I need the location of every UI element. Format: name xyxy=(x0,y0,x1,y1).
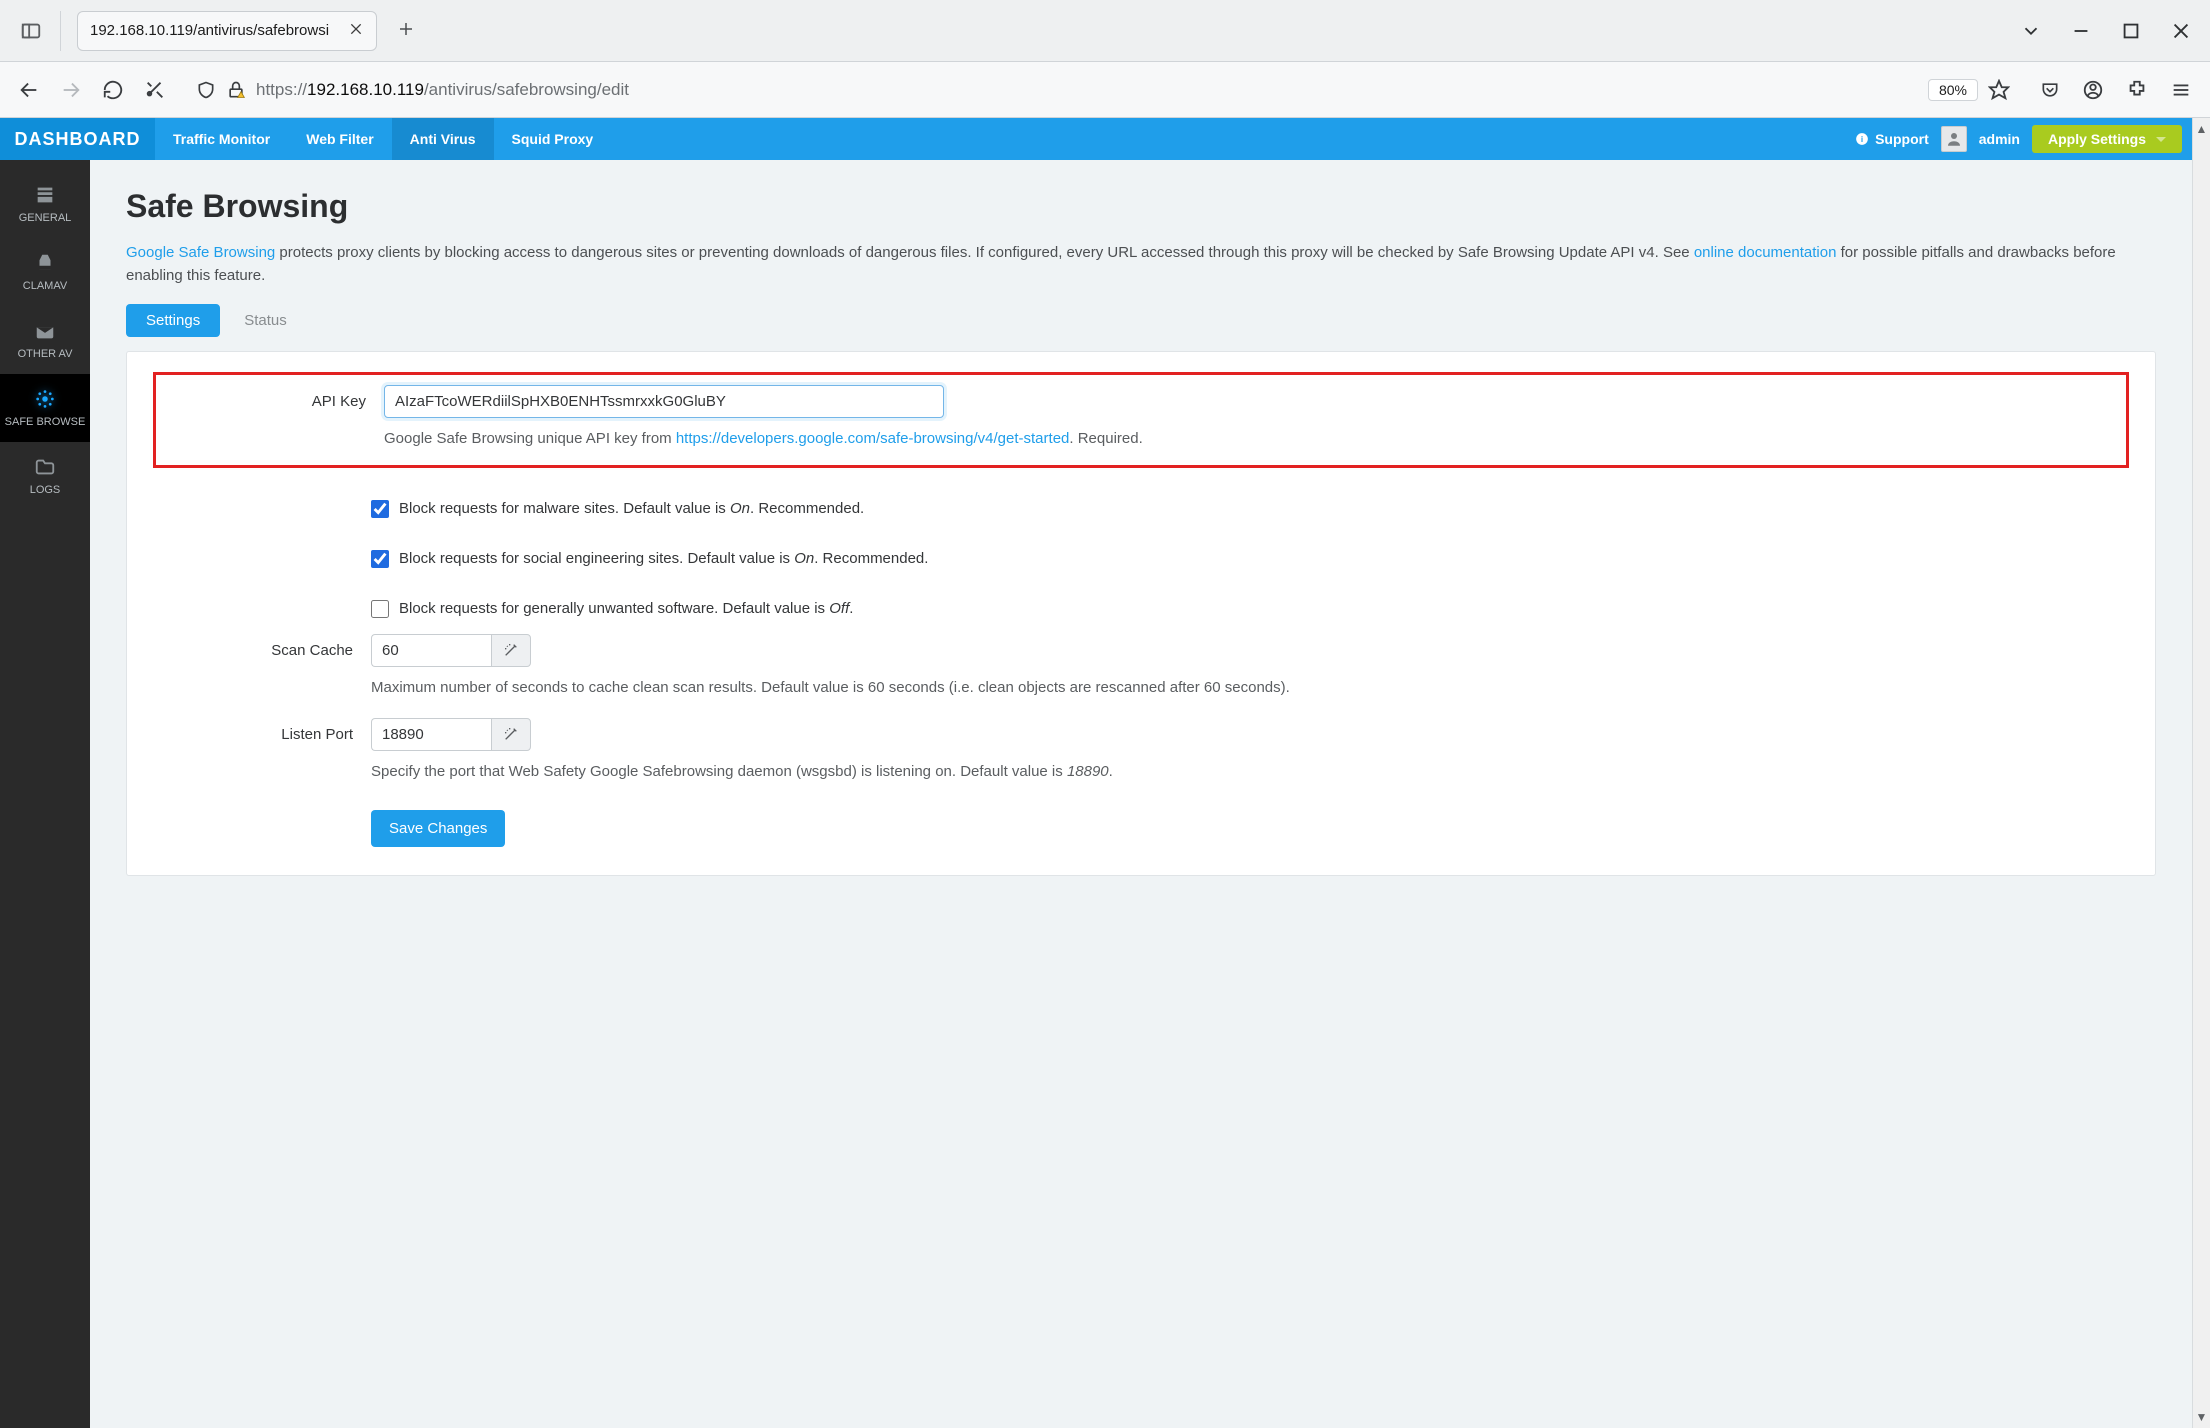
sidebar-item-logs[interactable]: LOGS xyxy=(0,442,90,510)
checkbox-unwanted[interactable] xyxy=(371,600,389,618)
app-menu-icon[interactable] xyxy=(2170,79,2192,101)
sidebar-item-general[interactable]: GENERAL xyxy=(0,170,90,238)
nav-anti-virus[interactable]: Anti Virus xyxy=(392,118,494,160)
page-scrollbar[interactable]: ▲ ▼ xyxy=(2192,118,2210,1428)
app-topbar: DASHBOARD Traffic Monitor Web Filter Ant… xyxy=(0,118,2192,160)
tab-status[interactable]: Status xyxy=(224,304,307,337)
nav-forward-icon[interactable] xyxy=(60,79,82,101)
scan-cache-input[interactable] xyxy=(371,634,491,667)
address-bar[interactable]: https://192.168.10.119/antivirus/safebro… xyxy=(186,79,2020,101)
shield-icon[interactable] xyxy=(196,80,216,100)
scan-cache-reset-button[interactable] xyxy=(491,634,531,667)
account-icon[interactable] xyxy=(2082,79,2104,101)
nav-tools-icon[interactable] xyxy=(144,79,166,101)
window-maximize-icon[interactable] xyxy=(2120,20,2142,42)
page-title: Safe Browsing xyxy=(126,188,2156,225)
browser-tab[interactable]: 192.168.10.119/antivirus/safebrowsi xyxy=(77,11,377,51)
nav-back-icon[interactable] xyxy=(18,79,40,101)
app-sidebar: GENERAL CLAMAV OTHER AV SAFE BROWSE LOGS xyxy=(0,160,90,1428)
browser-tab-strip: 192.168.10.119/antivirus/safebrowsi xyxy=(0,0,2210,62)
extensions-icon[interactable] xyxy=(2126,79,2148,101)
pocket-icon[interactable] xyxy=(2040,80,2060,100)
listen-port-input[interactable] xyxy=(371,718,491,751)
tab-close-icon[interactable] xyxy=(348,21,364,41)
browser-nav-row: https://192.168.10.119/antivirus/safebro… xyxy=(0,62,2210,118)
api-key-help: Google Safe Browsing unique API key from… xyxy=(384,430,2116,447)
nav-reload-icon[interactable] xyxy=(102,79,124,101)
checkbox-social[interactable] xyxy=(371,550,389,568)
zoom-badge[interactable]: 80% xyxy=(1928,79,1978,101)
checkbox-social-label: Block requests for social engineering si… xyxy=(399,550,928,567)
content-tabs: Settings Status xyxy=(126,304,2156,337)
link-google-safe-browsing[interactable]: Google Safe Browsing xyxy=(126,244,275,261)
sidebar-item-safe-browse[interactable]: SAFE BROWSE xyxy=(0,374,90,442)
tab-settings[interactable]: Settings xyxy=(126,304,220,337)
scroll-down-icon[interactable]: ▼ xyxy=(2196,1410,2208,1424)
tab-dropdown-icon[interactable] xyxy=(2020,20,2042,42)
save-changes-button[interactable]: Save Changes xyxy=(371,810,505,847)
listen-port-label: Listen Port xyxy=(153,718,353,743)
window-minimize-icon[interactable] xyxy=(2070,20,2092,42)
main-content: Safe Browsing Google Safe Browsing prote… xyxy=(90,160,2192,1428)
nav-squid-proxy[interactable]: Squid Proxy xyxy=(494,118,612,160)
api-key-highlight: API Key Google Safe Browsing unique API … xyxy=(153,372,2129,468)
scan-cache-label: Scan Cache xyxy=(153,634,353,659)
brand-logo[interactable]: DASHBOARD xyxy=(0,118,155,160)
new-tab-button[interactable] xyxy=(389,18,423,44)
user-avatar-icon[interactable] xyxy=(1941,126,1967,152)
link-online-documentation[interactable]: online documentation xyxy=(1694,244,1837,261)
nav-web-filter[interactable]: Web Filter xyxy=(288,118,391,160)
checkbox-unwanted-label: Block requests for generally unwanted so… xyxy=(399,600,853,617)
listen-port-help: Specify the port that Web Safety Google … xyxy=(371,763,2129,780)
page-intro: Google Safe Browsing protects proxy clie… xyxy=(126,241,2156,288)
username-label[interactable]: admin xyxy=(1979,131,2020,147)
nav-traffic-monitor[interactable]: Traffic Monitor xyxy=(155,118,288,160)
api-key-label: API Key xyxy=(166,385,366,410)
scroll-up-icon[interactable]: ▲ xyxy=(2196,122,2208,136)
url-text: https://192.168.10.119/antivirus/safebro… xyxy=(256,80,629,100)
support-link[interactable]: i Support xyxy=(1855,131,1929,147)
checkbox-malware-label: Block requests for malware sites. Defaul… xyxy=(399,500,864,517)
apply-settings-button[interactable]: Apply Settings xyxy=(2032,125,2182,153)
window-close-icon[interactable] xyxy=(2170,20,2192,42)
tab-title: 192.168.10.119/antivirus/safebrowsi xyxy=(90,22,329,39)
listen-port-reset-button[interactable] xyxy=(491,718,531,751)
browser-chrome: 192.168.10.119/antivirus/safebrowsi xyxy=(0,0,2210,118)
svg-text:i: i xyxy=(1861,135,1863,144)
checkbox-malware[interactable] xyxy=(371,500,389,518)
link-api-docs[interactable]: https://developers.google.com/safe-brows… xyxy=(676,430,1070,447)
sidebar-item-other-av[interactable]: OTHER AV xyxy=(0,306,90,374)
sidebar-item-clamav[interactable]: CLAMAV xyxy=(0,238,90,306)
bookmark-star-icon[interactable] xyxy=(1988,79,2010,101)
sidebar-toggle-icon[interactable] xyxy=(18,19,44,43)
api-key-input[interactable] xyxy=(384,385,944,418)
lock-warning-icon[interactable] xyxy=(226,80,246,100)
scan-cache-help: Maximum number of seconds to cache clean… xyxy=(371,679,2129,696)
settings-panel: API Key Google Safe Browsing unique API … xyxy=(126,351,2156,876)
